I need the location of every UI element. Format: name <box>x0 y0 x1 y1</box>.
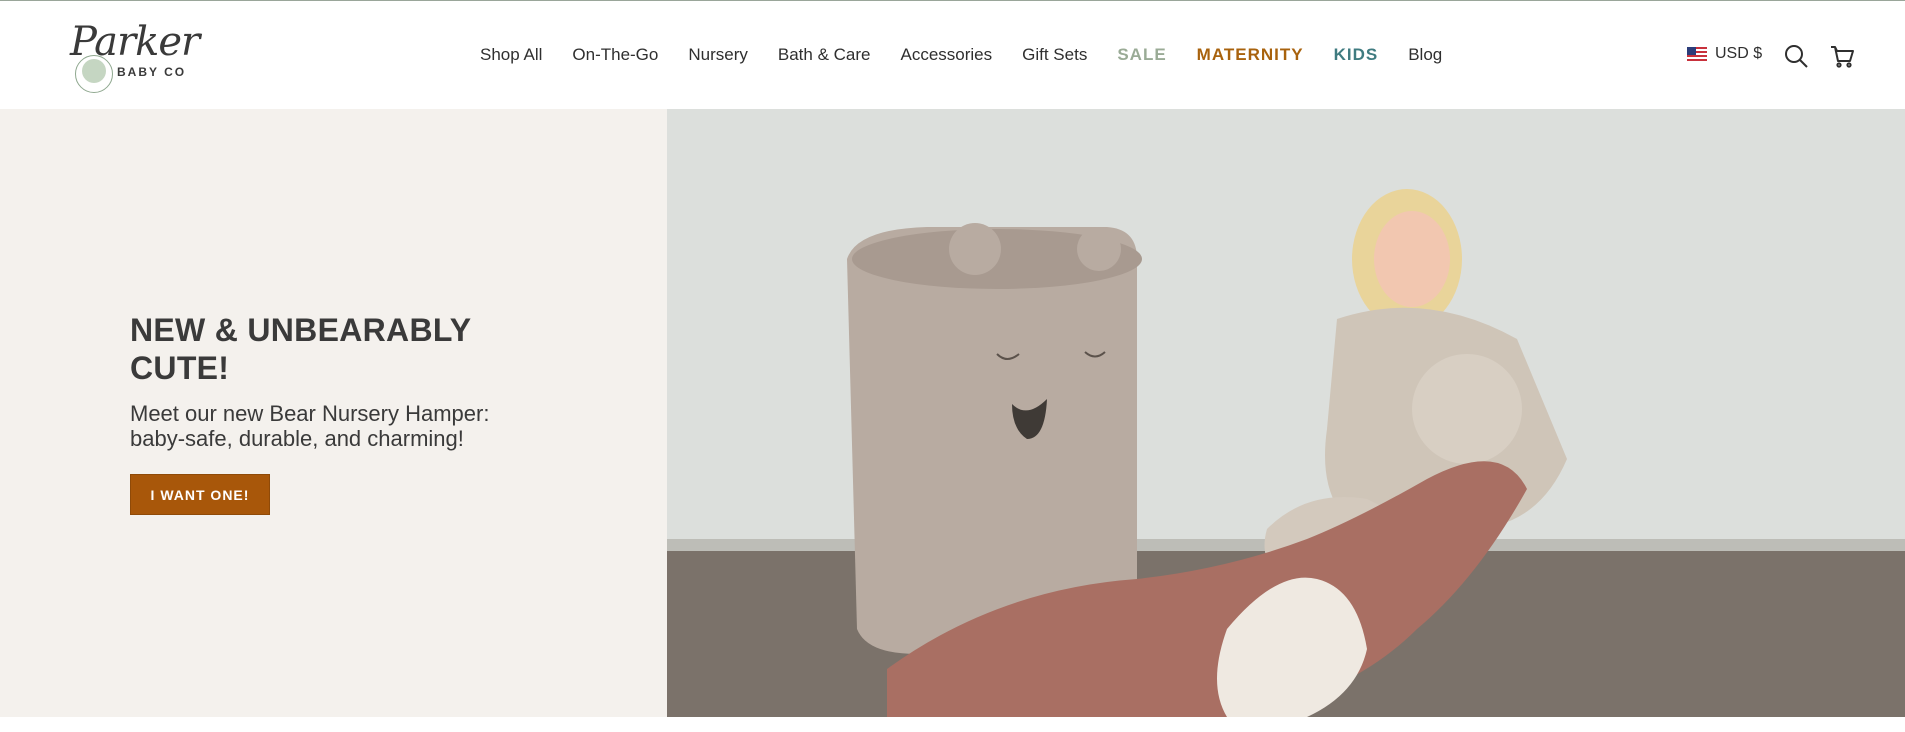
hero-image <box>667 109 1905 717</box>
hero-photo-illustration <box>667 109 1905 717</box>
hero-text-panel: NEW & UNBEARABLY CUTE! Meet our new Bear… <box>0 109 667 717</box>
logo-script-text: Parker <box>70 19 200 65</box>
brand-logo[interactable]: Parker BABY CO <box>70 19 200 94</box>
i-want-one-button[interactable]: I WANT ONE! <box>130 474 270 515</box>
nav-kids[interactable]: KIDS <box>1334 45 1379 65</box>
currency-selector[interactable]: USD $ <box>1687 45 1762 63</box>
nav-on-the-go[interactable]: On-The-Go <box>572 45 658 65</box>
us-flag-icon <box>1687 47 1707 61</box>
currency-label: USD $ <box>1715 45 1763 62</box>
main-nav: Shop All On-The-Go Nursery Bath & Care A… <box>480 45 1472 65</box>
nav-gift-sets[interactable]: Gift Sets <box>1022 45 1087 65</box>
hero-banner: NEW & UNBEARABLY CUTE! Meet our new Bear… <box>0 109 1905 717</box>
hero-title: NEW & UNBEARABLY CUTE! <box>130 312 471 386</box>
nav-shop-all[interactable]: Shop All <box>480 45 542 65</box>
nav-accessories[interactable]: Accessories <box>901 45 993 65</box>
site-header: Parker BABY CO Shop All On-The-Go Nurser… <box>0 0 1905 109</box>
nav-sale[interactable]: SALE <box>1117 45 1166 65</box>
nav-bath-care[interactable]: Bath & Care <box>778 45 871 65</box>
nav-nursery[interactable]: Nursery <box>688 45 748 65</box>
nav-maternity[interactable]: MATERNITY <box>1197 45 1304 65</box>
hero-description: Meet our new Bear Nursery Hamper: baby-s… <box>130 401 490 451</box>
nav-blog[interactable]: Blog <box>1408 45 1442 65</box>
cart-icon[interactable] <box>1829 43 1855 69</box>
search-icon[interactable] <box>1783 43 1809 69</box>
logo-sub-text: BABY CO <box>117 65 187 79</box>
